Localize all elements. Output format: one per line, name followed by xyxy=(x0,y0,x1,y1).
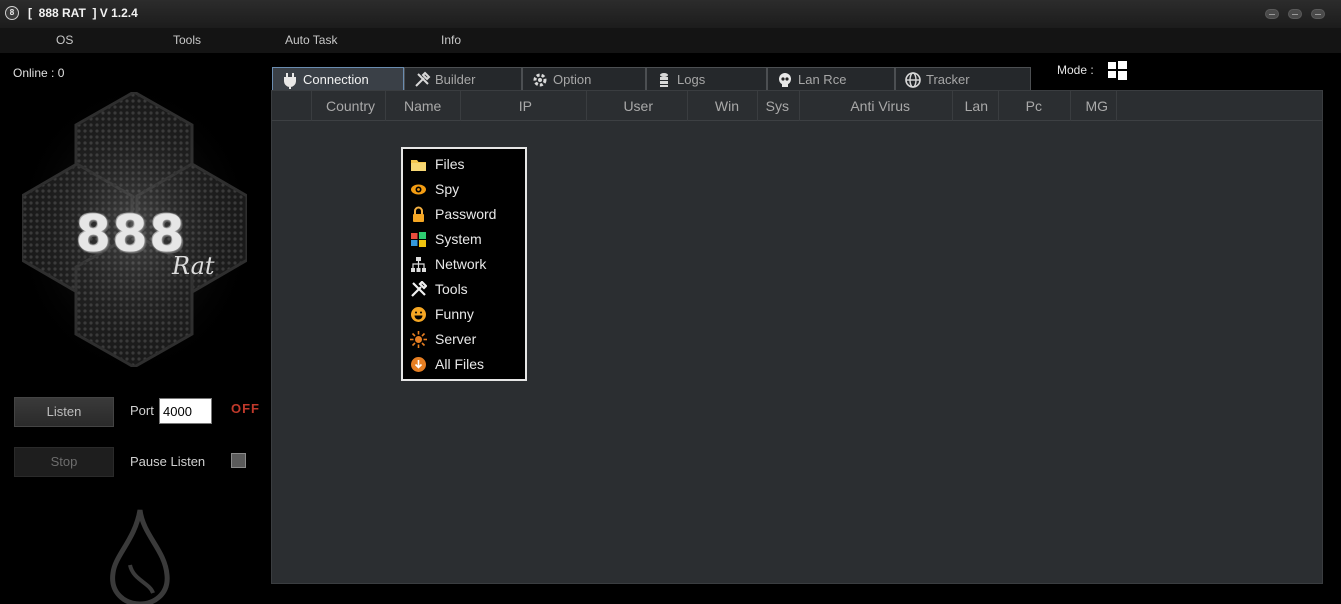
context-menu-item-system[interactable]: System xyxy=(406,227,524,251)
folder-icon xyxy=(411,160,426,171)
column-header-country[interactable]: Country xyxy=(312,91,386,121)
pause-listen-checkbox[interactable] xyxy=(231,453,246,468)
column-header-anti-virus[interactable]: Anti Virus xyxy=(800,91,953,121)
plug-icon xyxy=(284,73,296,89)
flame-logo-graphic xyxy=(110,509,170,604)
maximize-button[interactable] xyxy=(1288,9,1302,19)
tab-label: Logs xyxy=(677,72,706,87)
context-menu-label: Password xyxy=(435,206,497,222)
context-menu-label: System xyxy=(435,231,482,247)
context-menu-item-files[interactable]: Files xyxy=(406,152,524,176)
stop-button[interactable]: Stop xyxy=(14,447,114,477)
menu-info[interactable]: Info xyxy=(441,33,461,47)
sun-icon xyxy=(410,331,427,348)
pause-listen-label: Pause Listen xyxy=(130,454,206,469)
eye-icon xyxy=(411,184,426,195)
menu-bar: OS Tools Auto Task Info xyxy=(0,28,1341,53)
column-header-pc[interactable]: Pc xyxy=(999,91,1071,121)
title-bar: 8 [ 888 RAT ] V 1.2.4 xyxy=(0,0,1341,28)
column-header-sys[interactable]: Sys xyxy=(758,91,800,121)
context-menu-item-network[interactable]: Network xyxy=(406,252,524,276)
context-menu-label: Network xyxy=(435,256,487,272)
tab-logs[interactable]: Logs xyxy=(646,67,767,91)
gear-icon xyxy=(533,73,547,87)
menu-auto-task[interactable]: Auto Task xyxy=(285,33,337,47)
context-menu-item-spy[interactable]: Spy xyxy=(406,177,524,201)
listen-button[interactable]: Listen xyxy=(14,397,114,427)
tab-builder[interactable]: Builder xyxy=(404,67,522,91)
port-label: Port xyxy=(130,403,154,418)
tools-icon xyxy=(411,281,427,297)
context-menu-label: Tools xyxy=(435,281,468,297)
logo-rat: Rat xyxy=(172,252,215,280)
windows-icon xyxy=(411,232,426,247)
tools-icon xyxy=(415,71,431,87)
skull-icon xyxy=(779,73,791,87)
tab-option[interactable]: Option xyxy=(522,67,646,91)
listen-status: OFF xyxy=(231,401,260,416)
window-title: [ 888 RAT ] V 1.2.4 xyxy=(28,6,138,20)
context-menu-label: All Files xyxy=(435,356,485,372)
context-menu-item-tools[interactable]: Tools xyxy=(406,277,524,301)
column-header-lan[interactable]: Lan xyxy=(953,91,999,121)
tab-connection[interactable]: Connection xyxy=(272,67,404,91)
column-header-name[interactable]: Name xyxy=(386,91,461,121)
context-menu-item-server[interactable]: Server xyxy=(406,327,524,351)
app-icon[interactable]: 8 xyxy=(5,6,19,20)
context-menu: Files Spy Password System Network Tools … xyxy=(401,147,527,381)
smiley-icon xyxy=(411,307,426,322)
network-icon xyxy=(411,257,426,272)
context-menu-item-password[interactable]: Password xyxy=(406,202,524,226)
column-header-blank[interactable] xyxy=(272,91,312,121)
context-menu-item-all-files[interactable]: All Files xyxy=(406,352,524,376)
column-header-ip[interactable]: IP xyxy=(461,91,587,121)
download-icon xyxy=(411,357,426,372)
tab-label: Tracker xyxy=(926,72,970,87)
logo-888: 888 xyxy=(76,205,187,263)
context-menu-label: Files xyxy=(435,156,465,172)
globe-icon xyxy=(905,72,921,88)
context-menu-label: Server xyxy=(435,331,477,347)
tab-label: Builder xyxy=(435,72,476,87)
port-input[interactable] xyxy=(159,398,212,424)
database-icon xyxy=(660,73,668,87)
windows-icon[interactable] xyxy=(1108,61,1127,80)
tab-label: Option xyxy=(553,72,592,87)
column-header-win[interactable]: Win xyxy=(688,91,758,121)
context-menu-label: Spy xyxy=(435,181,460,197)
column-header-mg[interactable]: MG xyxy=(1071,91,1117,121)
minimize-button[interactable] xyxy=(1265,9,1279,19)
tab-label: Connection xyxy=(303,72,369,87)
context-menu-label: Funny xyxy=(435,306,474,322)
context-menu-item-funny[interactable]: Funny xyxy=(406,302,524,326)
tab-lan-rce[interactable]: Lan Rce xyxy=(767,67,895,91)
column-header-user[interactable]: User xyxy=(587,91,688,121)
table-header: Country Name IP User Win Sys Anti Virus … xyxy=(272,91,1322,121)
tab-label: Lan Rce xyxy=(798,72,847,87)
menu-tools[interactable]: Tools xyxy=(173,33,201,47)
close-button[interactable] xyxy=(1311,9,1325,19)
online-count: Online : 0 xyxy=(13,66,65,80)
mode-label: Mode : xyxy=(1057,63,1094,77)
lock-icon xyxy=(413,206,424,222)
menu-os[interactable]: OS xyxy=(56,33,73,47)
tab-tracker[interactable]: Tracker xyxy=(895,67,1031,91)
